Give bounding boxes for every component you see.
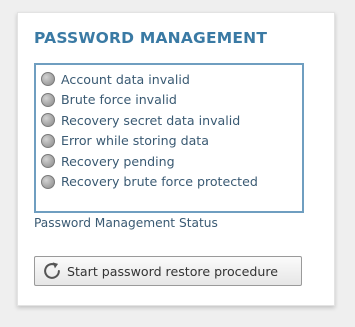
restore-button-label: Start password restore procedure xyxy=(67,263,278,279)
status-indicator-box: Account data invalid Brute force invalid… xyxy=(34,63,304,213)
led-off-icon xyxy=(41,92,55,107)
status-indicator-label: Error while storing data xyxy=(61,133,209,149)
password-management-panel: PASSWORD MANAGEMENT Account data invalid… xyxy=(17,12,335,306)
panel-title: PASSWORD MANAGEMENT xyxy=(34,29,268,47)
led-off-icon xyxy=(41,133,55,148)
status-indicator-recovery-secret-data-invalid: Recovery secret data invalid xyxy=(36,110,302,131)
status-caption: Password Management Status xyxy=(34,216,218,230)
status-indicator-recovery-brute-force-protected: Recovery brute force protected xyxy=(36,172,302,193)
status-indicator-label: Recovery pending xyxy=(61,153,175,169)
status-indicator-recovery-pending: Recovery pending xyxy=(36,151,302,172)
led-off-icon xyxy=(41,174,55,189)
start-password-restore-button[interactable]: Start password restore procedure xyxy=(34,256,302,286)
status-indicator-label: Recovery secret data invalid xyxy=(61,112,241,128)
status-indicator-label: Recovery brute force protected xyxy=(61,174,258,190)
status-indicator-label: Account data invalid xyxy=(61,71,190,87)
led-off-icon xyxy=(41,154,55,169)
led-off-icon xyxy=(41,113,55,128)
status-indicator-account-data-invalid: Account data invalid xyxy=(36,69,302,90)
refresh-icon xyxy=(44,262,60,279)
status-indicator-label: Brute force invalid xyxy=(61,92,177,108)
led-off-icon xyxy=(41,72,55,87)
status-indicator-brute-force-invalid: Brute force invalid xyxy=(36,90,302,111)
status-indicator-error-storing-data: Error while storing data xyxy=(36,131,302,152)
status-indicator-list: Account data invalid Brute force invalid… xyxy=(36,65,302,192)
